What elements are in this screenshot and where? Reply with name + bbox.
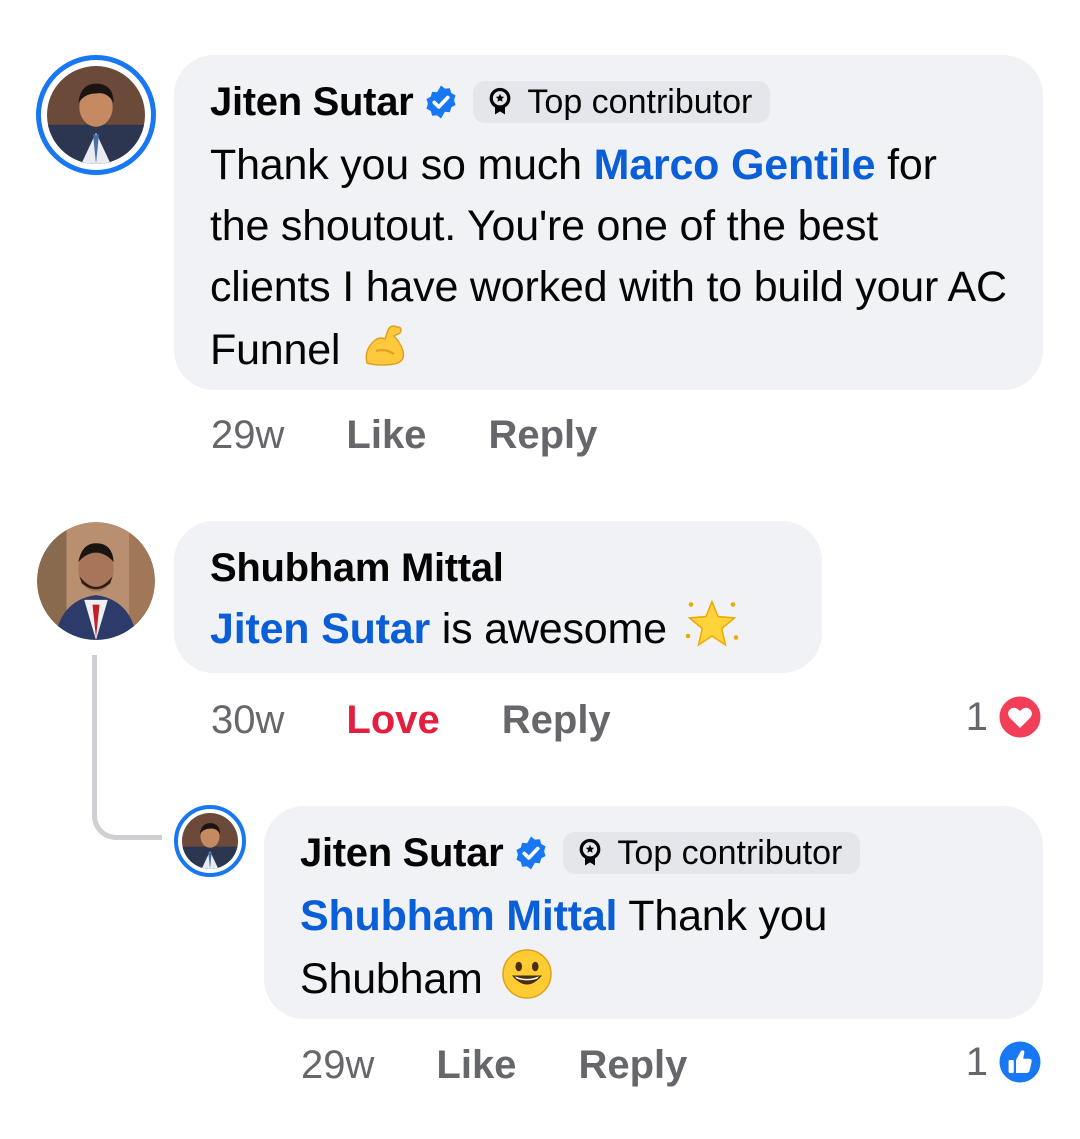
like-icon [996, 1038, 1044, 1086]
thread-connector [92, 655, 162, 840]
reply-button[interactable]: Reply [488, 413, 597, 458]
love-button[interactable]: Love [346, 698, 439, 743]
comment-bubble: Jiten Sutar Top contributor Thank you so… [174, 55, 1043, 390]
reaction-count: 1 [965, 1039, 988, 1084]
verified-badge-icon [516, 836, 546, 870]
award-icon [580, 838, 601, 866]
like-button[interactable]: Like [346, 413, 426, 458]
comment-bubble: Shubham Mittal Jiten Sutar is awesome [174, 521, 822, 673]
comment-author[interactable]: Shubham Mittal [210, 546, 504, 591]
award-icon [490, 87, 511, 115]
comment-text: Shubham Mittal Thank you Shubham [300, 886, 1007, 1010]
top-contributor-badge[interactable]: Top contributor [563, 832, 861, 874]
avatar[interactable] [37, 522, 155, 640]
text-part: is awesome [430, 605, 667, 653]
badge-label: Top contributor [617, 833, 843, 872]
timestamp[interactable]: 29w [211, 413, 284, 458]
comment-actions: 29w Like Reply [211, 405, 597, 465]
reply-button[interactable]: Reply [502, 698, 611, 743]
avatar[interactable] [36, 55, 156, 175]
comment-author[interactable]: Jiten Sutar [300, 831, 504, 876]
timestamp[interactable]: 29w [301, 1043, 374, 1088]
top-contributor-badge[interactable]: Top contributor [473, 81, 771, 123]
profile-photo [182, 813, 238, 869]
avatar[interactable] [174, 805, 246, 877]
reaction-summary[interactable]: 1 [966, 690, 1044, 744]
flexed-biceps-emoji [365, 325, 405, 366]
reply-button[interactable]: Reply [578, 1043, 687, 1088]
reaction-count: 1 [965, 694, 988, 739]
mention-link[interactable]: Marco Gentile [594, 141, 876, 189]
comment-text: Jiten Sutar is awesome [210, 597, 786, 660]
heart-icon [996, 693, 1044, 741]
grinning-face-emoji [502, 949, 553, 999]
text-part: Thank you so much [210, 141, 594, 189]
comment-actions: 30w Love Reply [211, 690, 611, 750]
timestamp[interactable]: 30w [211, 698, 284, 743]
verified-badge-icon [426, 85, 456, 119]
glowing-star-emoji [685, 599, 738, 647]
comment-text: Thank you so much Marco Gentile for the … [210, 135, 1007, 381]
profile-photo [37, 522, 155, 640]
comment-bubble: Jiten Sutar Top contributor Shubham Mitt… [264, 806, 1043, 1019]
mention-link[interactable]: Shubham Mittal [300, 892, 618, 940]
badge-label: Top contributor [527, 82, 753, 121]
comment-actions: 29w Like Reply [301, 1035, 687, 1095]
comment-author[interactable]: Jiten Sutar [210, 80, 414, 125]
reaction-summary[interactable]: 1 [966, 1035, 1044, 1089]
like-button[interactable]: Like [436, 1043, 516, 1088]
profile-photo [47, 66, 145, 164]
mention-link[interactable]: Jiten Sutar [210, 605, 430, 653]
